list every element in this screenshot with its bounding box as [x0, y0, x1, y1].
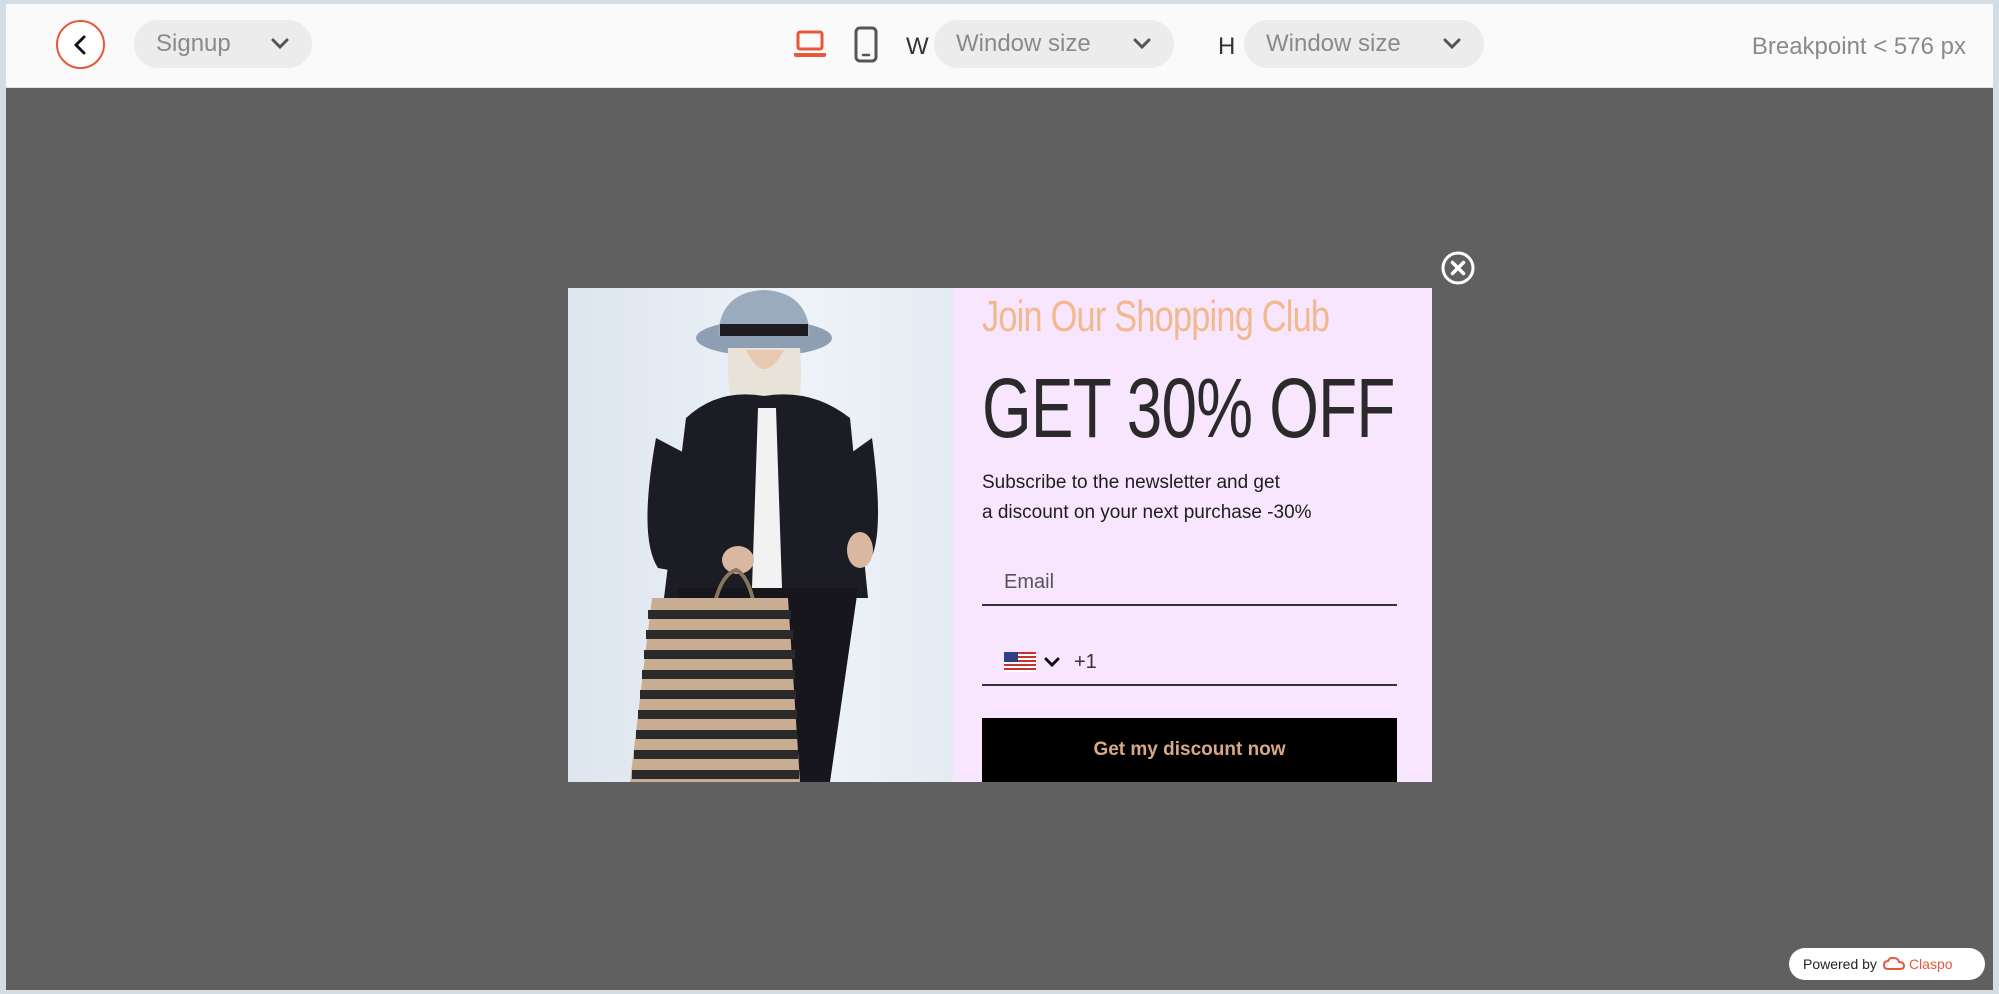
breakpoint-indicator: Breakpoint < 576 px: [1751, 33, 1966, 60]
country-code-select[interactable]: [1004, 652, 1060, 672]
chevron-down-icon: [270, 38, 290, 50]
powered-by-badge[interactable]: Powered by Claspo: [1789, 948, 1985, 980]
cloud-icon: [1882, 957, 1905, 970]
height-label: H: [1218, 33, 1236, 60]
get-discount-button[interactable]: Get my discount now: [982, 718, 1397, 782]
discount-headline: GET 30% OFF: [982, 361, 1395, 455]
close-icon[interactable]: [1440, 250, 1476, 286]
width-value: Window size: [956, 30, 1091, 57]
laptop-icon[interactable]: [792, 26, 828, 67]
chevron-left-icon: [74, 35, 85, 54]
chevron-down-icon: [1132, 38, 1152, 50]
subscribe-description: Subscribe to the newsletter and get a di…: [982, 468, 1397, 528]
powered-by-label: Powered by: [1803, 956, 1877, 972]
email-field[interactable]: [982, 560, 1397, 606]
subscribe-description-line: a discount on your next purchase -30%: [982, 502, 1312, 523]
phone-icon[interactable]: [851, 26, 881, 69]
signup-form: Join Our Shopping Club GET 30% OFF Subsc…: [982, 288, 1397, 782]
chevron-down-icon: [1044, 657, 1060, 667]
preview-frame: Signup W Window size H Window size Break…: [6, 4, 1993, 990]
model-photo: [568, 288, 953, 782]
us-flag-icon: [1004, 652, 1036, 672]
width-label: W: [906, 33, 929, 60]
phone-country-code: +1: [1074, 650, 1097, 673]
chevron-down-icon: [1442, 38, 1462, 50]
subscribe-description-line: Subscribe to the newsletter and get: [982, 472, 1280, 493]
phone-field[interactable]: +1: [982, 640, 1397, 686]
page-select-dropdown[interactable]: Signup: [134, 20, 312, 68]
signup-popup: Join Our Shopping Club GET 30% OFF Subsc…: [568, 288, 1432, 782]
club-title: Join Our Shopping Club: [982, 292, 1330, 341]
back-button[interactable]: [56, 20, 105, 69]
height-value: Window size: [1266, 30, 1401, 57]
width-dropdown[interactable]: Window size: [934, 20, 1174, 68]
brand-name: Claspo: [1908, 956, 1953, 972]
page-select-value: Signup: [156, 30, 231, 57]
preview-toolbar: Signup W Window size H Window size Break…: [6, 4, 1993, 88]
height-dropdown[interactable]: Window size: [1244, 20, 1484, 68]
claspo-logo: Claspo: [1882, 956, 1953, 972]
